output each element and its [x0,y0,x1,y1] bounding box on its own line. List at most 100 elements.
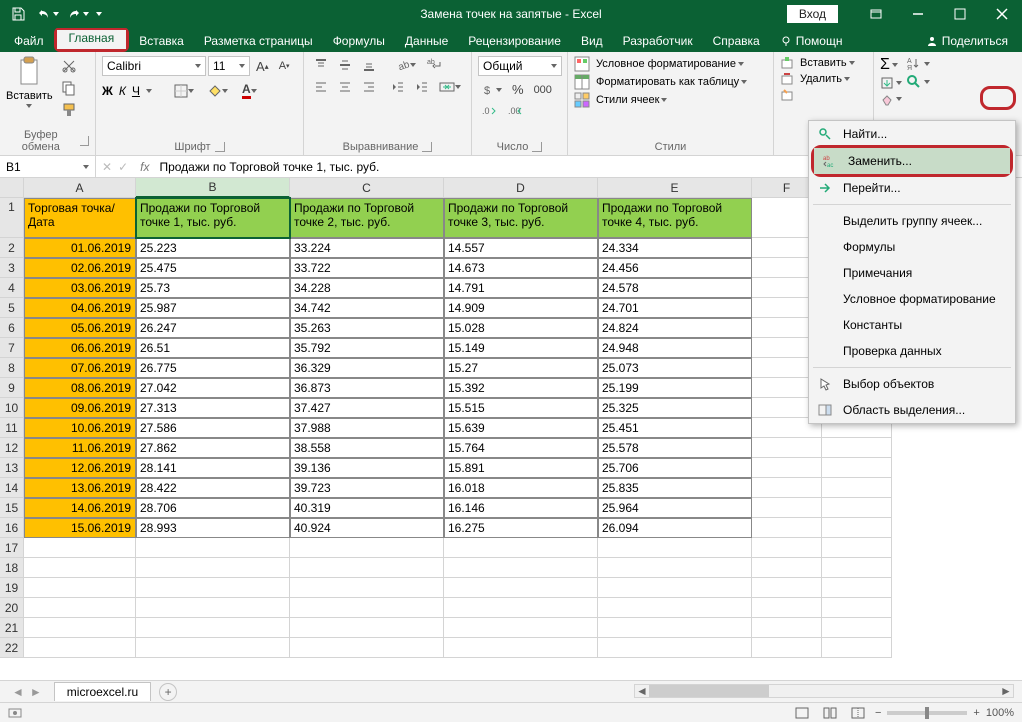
cell[interactable] [822,478,892,498]
value-cell[interactable]: 15.515 [444,398,598,418]
undo-icon[interactable] [36,3,60,25]
value-cell[interactable]: 25.73 [136,278,290,298]
menu-conditional[interactable]: Условное форматирование [809,286,1015,312]
date-cell[interactable]: 09.06.2019 [24,398,136,418]
menu-replace[interactable]: abacЗаменить... [814,148,1010,174]
value-cell[interactable]: 24.948 [598,338,752,358]
value-cell[interactable]: 24.334 [598,238,752,258]
value-cell[interactable]: 40.924 [290,518,444,538]
row-header-3[interactable]: 3 [0,258,24,278]
row-header-8[interactable]: 8 [0,358,24,378]
minimize-icon[interactable] [898,0,938,28]
view-normal-icon[interactable] [791,705,813,721]
value-cell[interactable]: 25.199 [598,378,752,398]
cell[interactable] [444,618,598,638]
cell[interactable] [752,538,822,558]
paste-button[interactable]: Вставить [6,90,53,102]
value-cell[interactable]: 33.722 [290,258,444,278]
redo-icon[interactable] [66,3,90,25]
value-cell[interactable]: 25.451 [598,418,752,438]
format-painter-icon[interactable] [57,100,81,120]
value-cell[interactable]: 15.392 [444,378,598,398]
cell[interactable] [598,538,752,558]
cell[interactable] [598,598,752,618]
date-cell[interactable]: 10.06.2019 [24,418,136,438]
name-box[interactable]: B1 [0,156,96,177]
tab-layout[interactable]: Разметка страницы [194,30,323,52]
value-cell[interactable]: 27.313 [136,398,290,418]
menu-select-objects[interactable]: Выбор объектов [809,371,1015,397]
col-header-E[interactable]: E [598,178,752,198]
menu-constants[interactable]: Константы [809,312,1015,338]
select-all-corner[interactable] [0,178,24,198]
value-cell[interactable]: 14.791 [444,278,598,298]
cell[interactable] [290,558,444,578]
value-cell[interactable]: 35.263 [290,318,444,338]
cell[interactable] [136,638,290,658]
value-cell[interactable]: 15.028 [444,318,598,338]
value-cell[interactable]: 15.27 [444,358,598,378]
cell[interactable] [822,558,892,578]
font-size-combo[interactable]: 11 [208,56,250,76]
align-bottom-icon[interactable] [358,56,380,74]
merge-icon[interactable] [435,78,465,96]
percent-icon[interactable]: % [508,80,528,99]
cell[interactable] [598,638,752,658]
close-icon[interactable] [982,0,1022,28]
save-icon[interactable] [6,3,30,25]
row-header-16[interactable]: 16 [0,518,24,538]
cell[interactable] [444,638,598,658]
zoom-slider[interactable] [887,711,967,715]
date-cell[interactable]: 12.06.2019 [24,458,136,478]
comma-icon[interactable]: 000 [530,82,556,98]
value-cell[interactable]: 14.909 [444,298,598,318]
cell[interactable] [822,638,892,658]
tab-home[interactable]: Главная [57,30,127,49]
value-cell[interactable]: 37.988 [290,418,444,438]
row-header-6[interactable]: 6 [0,318,24,338]
value-cell[interactable]: 25.073 [598,358,752,378]
value-cell[interactable]: 16.146 [444,498,598,518]
align-right-icon[interactable] [358,78,380,96]
increase-font-icon[interactable]: A▴ [252,57,273,76]
value-cell[interactable]: 15.149 [444,338,598,358]
cell[interactable] [752,478,822,498]
date-cell[interactable]: 03.06.2019 [24,278,136,298]
value-cell[interactable]: 36.873 [290,378,444,398]
value-cell[interactable]: 15.639 [444,418,598,438]
cell[interactable] [752,578,822,598]
value-cell[interactable]: 27.586 [136,418,290,438]
align-top-icon[interactable] [310,56,332,74]
col-header-B[interactable]: B [136,178,290,198]
fx-icon[interactable]: fx [134,160,155,174]
date-cell[interactable]: 11.06.2019 [24,438,136,458]
sort-filter-icon[interactable]: AЯ [906,56,930,72]
date-cell[interactable]: 13.06.2019 [24,478,136,498]
row-header-10[interactable]: 10 [0,398,24,418]
autosum-icon[interactable]: Σ [880,56,902,74]
sheet-prev-icon[interactable]: ◄ [12,685,24,699]
menu-goto-special[interactable]: Выделить группу ячеек... [809,208,1015,234]
value-cell[interactable]: 25.578 [598,438,752,458]
cell[interactable] [822,498,892,518]
align-middle-icon[interactable] [334,56,356,74]
find-select-button[interactable] [906,74,930,90]
underline-button[interactable]: Ч [132,84,140,98]
cell[interactable] [444,598,598,618]
value-cell[interactable]: 37.427 [290,398,444,418]
cell[interactable] [136,538,290,558]
cell[interactable] [24,578,136,598]
tab-help[interactable]: Справка [703,30,770,52]
value-cell[interactable]: 25.475 [136,258,290,278]
format-cells-button[interactable] [780,88,867,102]
value-cell[interactable]: 14.673 [444,258,598,278]
value-cell[interactable]: 33.224 [290,238,444,258]
view-pagebreak-icon[interactable] [847,705,869,721]
value-cell[interactable]: 15.764 [444,438,598,458]
value-cell[interactable]: 34.742 [290,298,444,318]
align-left-icon[interactable] [310,78,332,96]
menu-selection-pane[interactable]: Область выделения... [809,397,1015,423]
row-header-22[interactable]: 22 [0,638,24,658]
value-cell[interactable]: 28.422 [136,478,290,498]
add-sheet-icon[interactable]: + [159,683,177,701]
